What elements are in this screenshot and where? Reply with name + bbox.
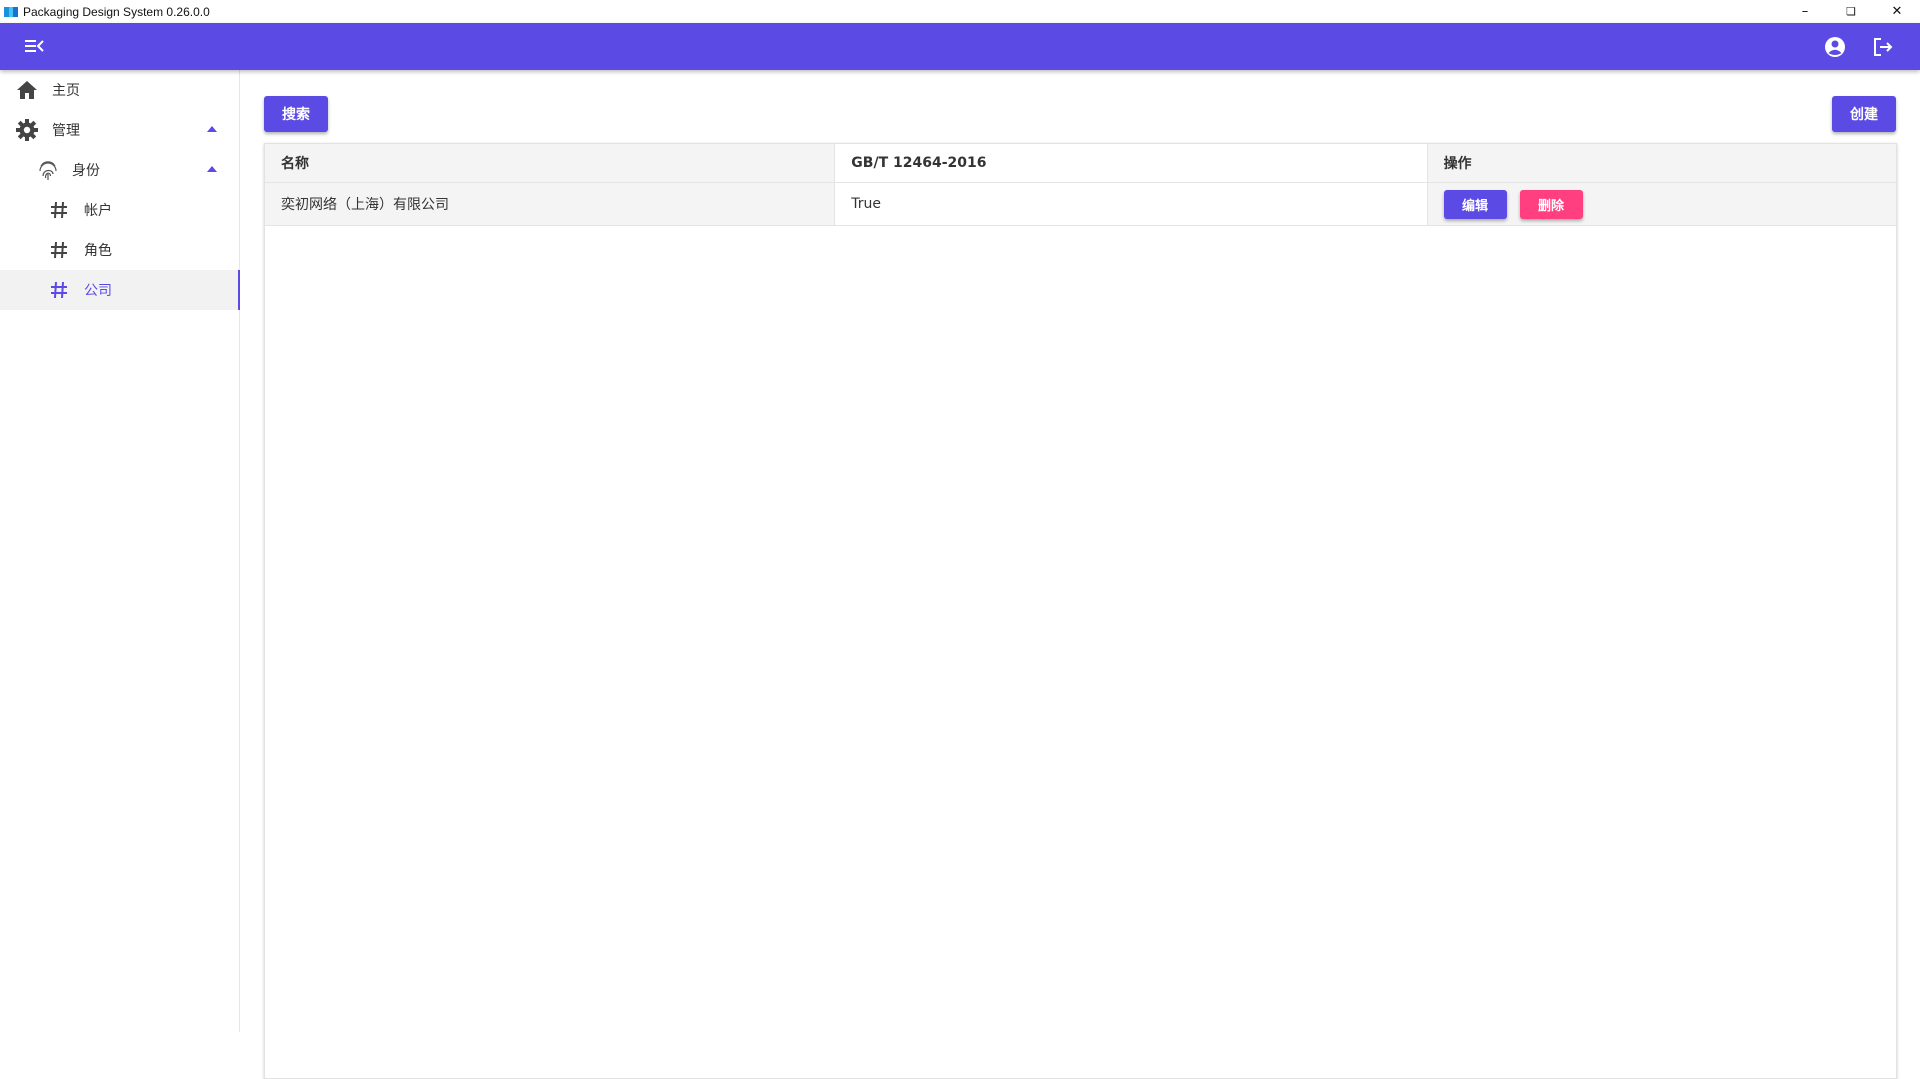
window-titlebar: Packaging Design System 0.26.0.0 – ❏ ✕ — [0, 0, 1920, 23]
restore-button[interactable]: ❏ — [1828, 0, 1874, 23]
sidebar-item-companies[interactable]: 公司 — [0, 270, 240, 310]
cell-name: 奕初网络（上海）有限公司 — [265, 183, 836, 225]
app-bar — [0, 23, 1920, 70]
sidebar-item-label: 帐户 — [84, 203, 112, 219]
table-row[interactable]: 奕初网络（上海）有限公司 True 编辑 删除 — [265, 183, 1896, 226]
main-content: 搜索 创建 名称 GB/T 12464-2016 操作 奕初网络（上海）有限公司… — [241, 70, 1920, 1079]
create-button[interactable]: 创建 — [1832, 96, 1896, 132]
sidebar-item-label: 主页 — [52, 83, 80, 99]
app-icon — [4, 6, 19, 17]
table-header-row: 名称 GB/T 12464-2016 操作 — [265, 144, 1896, 183]
window-title: Packaging Design System 0.26.0.0 — [23, 4, 210, 19]
caret-up-icon — [207, 126, 217, 132]
column-header-actions: 操作 — [1427, 144, 1896, 182]
sidebar-item-label: 管理 — [52, 123, 80, 139]
home-icon — [15, 78, 39, 102]
sidebar-item-label: 身份 — [72, 163, 100, 179]
sidebar-item-accounts[interactable]: 帐户 — [0, 190, 239, 230]
companies-table: 名称 GB/T 12464-2016 操作 奕初网络（上海）有限公司 True … — [264, 143, 1897, 1079]
gear-icon — [15, 118, 39, 142]
logout-icon — [1874, 38, 1893, 56]
account-button[interactable] — [1822, 34, 1848, 60]
sidebar: 主页 管理 身份 帐户 角色 公司 — [0, 70, 240, 1032]
delete-button[interactable]: 删除 — [1519, 189, 1583, 219]
caret-up-icon — [207, 166, 217, 172]
hash-icon — [47, 238, 71, 262]
hash-icon — [47, 198, 71, 222]
cell-gb: True — [835, 183, 1428, 225]
sidebar-item-roles[interactable]: 角色 — [0, 230, 239, 270]
column-header-gb[interactable]: GB/T 12464-2016 — [835, 144, 1428, 182]
menu-collapse-icon — [25, 40, 44, 52]
hash-icon — [47, 278, 71, 302]
sidebar-item-management[interactable]: 管理 — [0, 110, 239, 150]
column-header-name[interactable]: 名称 — [265, 144, 836, 182]
logout-button[interactable] — [1870, 34, 1896, 60]
sidebar-item-identity[interactable]: 身份 — [0, 150, 239, 190]
window-controls: – ❏ ✕ — [1782, 0, 1920, 23]
sidebar-item-home[interactable]: 主页 — [0, 70, 239, 110]
fingerprint-icon — [36, 158, 60, 182]
search-button[interactable]: 搜索 — [264, 96, 328, 132]
account-circle-icon — [1825, 37, 1845, 57]
close-button[interactable]: ✕ — [1874, 0, 1920, 23]
sidebar-item-label: 公司 — [84, 283, 112, 299]
edit-button[interactable]: 编辑 — [1443, 189, 1507, 219]
menu-collapse-button[interactable] — [22, 35, 48, 57]
sidebar-item-label: 角色 — [84, 243, 112, 259]
minimize-button[interactable]: – — [1782, 0, 1828, 23]
active-indicator — [238, 270, 240, 310]
cell-actions: 编辑 删除 — [1427, 183, 1896, 225]
